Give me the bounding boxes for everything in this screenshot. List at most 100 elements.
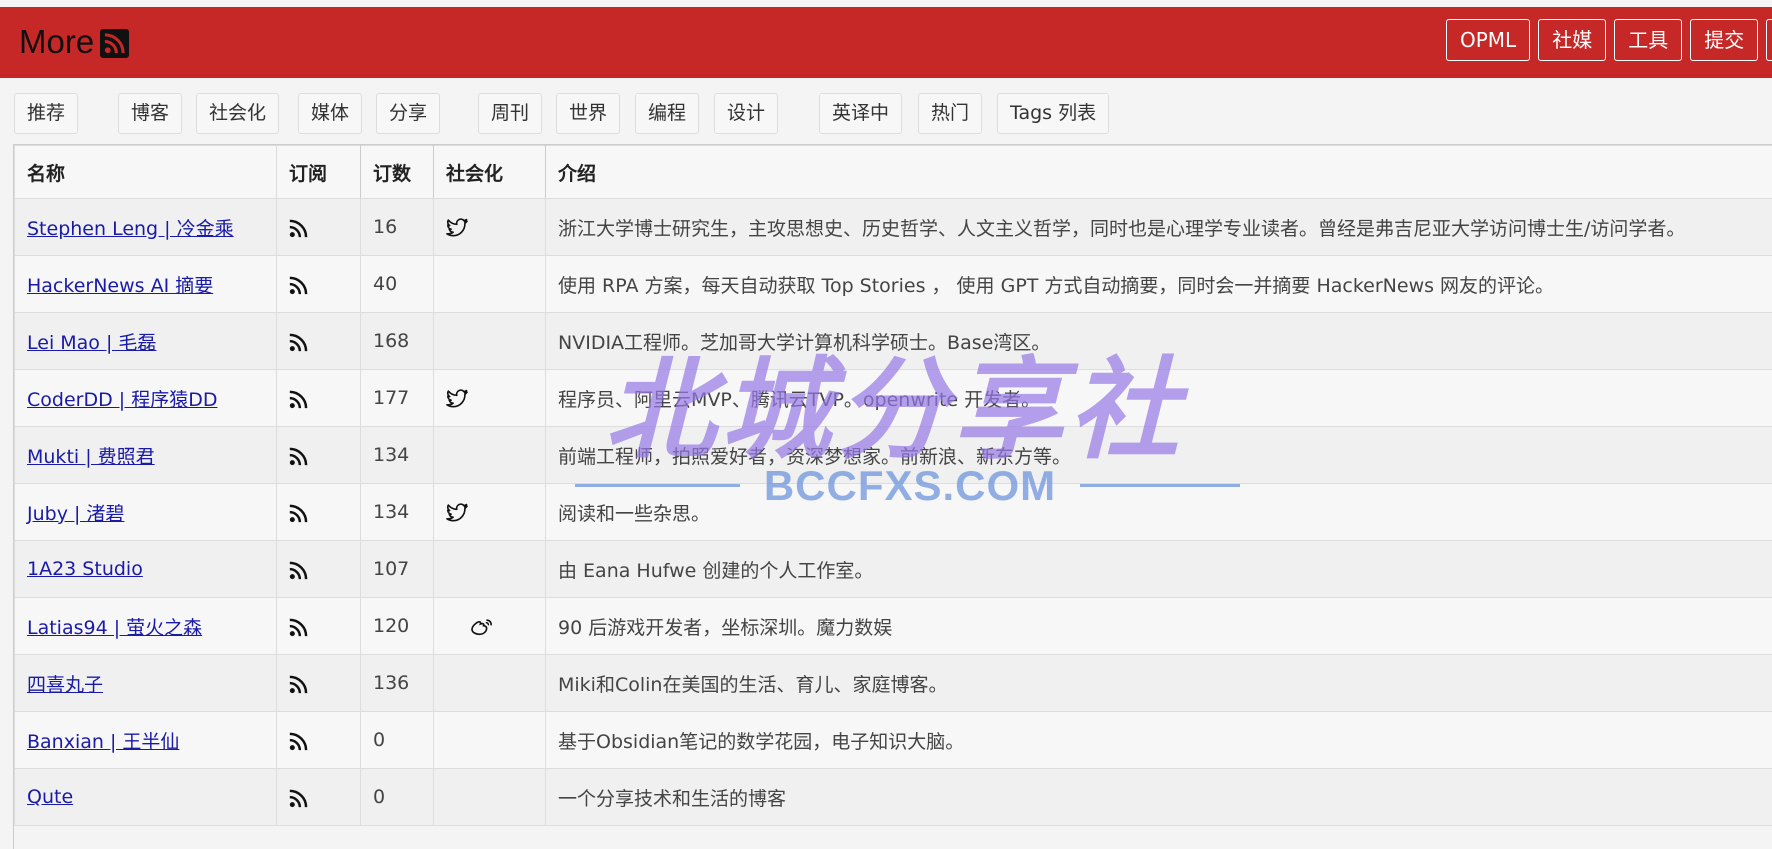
tab-weekly[interactable]: 周刊 [478, 93, 543, 134]
rss-icon[interactable] [289, 674, 309, 694]
tab-world[interactable]: 世界 [556, 93, 621, 134]
feed-name-link[interactable]: Latias94 | 萤火之森 [27, 617, 202, 639]
subscribe-cell [276, 711, 361, 769]
subscribe-cell [276, 255, 361, 313]
social-cell [433, 768, 546, 826]
tab-social[interactable]: 社会化 [196, 93, 280, 134]
tab-blogs[interactable]: 博客 [118, 93, 183, 134]
tab-translation[interactable]: 英译中 [819, 93, 903, 134]
rss-icon[interactable] [289, 389, 309, 409]
table-row: Qute 0 一个分享技术和生活的博客 [14, 768, 1772, 826]
feed-name-link[interactable]: Stephen Leng | 冷金乘 [27, 218, 234, 240]
social-cell [433, 654, 546, 712]
tab-media[interactable]: 媒体 [298, 93, 363, 134]
subscriber-count: 107 [360, 540, 434, 598]
feed-name-link[interactable]: 四喜丸子 [27, 674, 103, 696]
weibo-icon[interactable] [470, 617, 492, 637]
feed-name-cell: CoderDD | 程序猿DD [14, 369, 277, 427]
twitter-icon[interactable] [446, 388, 468, 409]
subscriber-count: 168 [360, 312, 434, 370]
rss-icon[interactable] [289, 332, 309, 352]
subscriber-count: 136 [360, 654, 434, 712]
header-count[interactable]: 订数 [360, 145, 434, 199]
header-social[interactable]: 社会化 [433, 145, 546, 199]
subscriber-count: 177 [360, 369, 434, 427]
rss-icon[interactable] [289, 446, 309, 466]
table-row: Stephen Leng | 冷金乘 16 浙江大学博士研究生，主攻思想史、历史哲学… [14, 198, 1772, 256]
subscriber-count: 134 [360, 426, 434, 484]
feed-name-cell: HackerNews AI 摘要 [14, 255, 277, 313]
subscriber-count: 40 [360, 255, 434, 313]
site-logo[interactable]: More [19, 22, 130, 62]
feed-name-link[interactable]: Lei Mao | 毛磊 [27, 332, 156, 354]
header-name[interactable]: 名称 [14, 145, 277, 199]
twitter-icon[interactable] [446, 502, 468, 523]
social-media-button[interactable]: 社媒 [1538, 19, 1607, 61]
subscriber-count: 120 [360, 597, 434, 655]
rss-icon[interactable] [289, 788, 309, 808]
feed-intro: 使用 RPA 方案，每天自动获取 Top Stories ， 使用 GPT 方式… [545, 255, 1772, 313]
logo-text: More [19, 23, 95, 60]
feed-intro: 一个分享技术和生活的博客 [545, 768, 1772, 826]
feed-name-link[interactable]: Qute [27, 786, 73, 808]
tab-programming[interactable]: 编程 [635, 93, 700, 134]
tab-recommended[interactable]: 推荐 [14, 93, 79, 134]
header-buttons: OPML 社媒 工具 提交 E [1446, 19, 1772, 61]
feed-name-cell: Lei Mao | 毛磊 [14, 312, 277, 370]
social-cell [433, 540, 546, 598]
table-row: HackerNews AI 摘要 40 使用 RPA 方案，每天自动获取 Top S… [14, 255, 1772, 313]
feed-name-cell: Mukti | 费照君 [14, 426, 277, 484]
rss-icon[interactable] [289, 218, 309, 238]
rss-icon[interactable] [289, 731, 309, 751]
twitter-icon[interactable] [446, 217, 468, 238]
opml-button[interactable]: OPML [1446, 19, 1531, 61]
subscribe-cell [276, 312, 361, 370]
rss-icon[interactable] [289, 275, 309, 295]
feed-name-link[interactable]: 1A23 Studio [27, 558, 143, 580]
feeds-table: 名称 订阅 订数 社会化 介绍 Stephen Leng | 冷金乘 16 浙江大学… [14, 145, 1772, 826]
feed-intro: Miki和Colin在美国的生活、育儿、家庭博客。 [545, 654, 1772, 712]
feed-intro: 浙江大学博士研究生，主攻思想史、历史哲学、人文主义哲学，同时也是心理学专业读者。… [545, 198, 1772, 256]
submit-button[interactable]: 提交 [1690, 19, 1759, 61]
extra-button[interactable]: E [1766, 19, 1772, 61]
feed-name-link[interactable]: Mukti | 费照君 [27, 446, 155, 468]
feed-intro: 90 后游戏开发者，坐标深圳。魔力数娱 [545, 597, 1772, 655]
social-cell [433, 369, 546, 427]
tab-design[interactable]: 设计 [714, 93, 779, 134]
feed-name-link[interactable]: CoderDD | 程序猿DD [27, 389, 217, 411]
table-row: 四喜丸子 136 Miki和Colin在美国的生活、育儿、家庭博客。 [14, 654, 1772, 712]
subscriber-count: 0 [360, 711, 434, 769]
subscribe-cell [276, 768, 361, 826]
table-row: 1A23 Studio 107 由 Eana Hufwe 创建的个人工作室。 [14, 540, 1772, 598]
rss-logo-icon [100, 28, 130, 58]
subscribe-cell [276, 654, 361, 712]
feed-name-link[interactable]: Banxian | 王半仙 [27, 731, 179, 753]
tab-share[interactable]: 分享 [376, 93, 441, 134]
table-row: Juby | 渚碧 134 阅读和一些杂思。 [14, 483, 1772, 541]
tab-tags-list[interactable]: Tags 列表 [997, 93, 1110, 134]
feed-intro: 由 Eana Hufwe 创建的个人工作室。 [545, 540, 1772, 598]
table-row: CoderDD | 程序猿DD 177 程序员、阿里云MVP、腾讯云TVP。open… [14, 369, 1772, 427]
social-cell [433, 483, 546, 541]
header-subscribe[interactable]: 订阅 [276, 145, 361, 199]
rss-icon[interactable] [289, 503, 309, 523]
tools-button[interactable]: 工具 [1614, 19, 1683, 61]
feed-name-cell: Juby | 渚碧 [14, 483, 277, 541]
rss-icon[interactable] [289, 560, 309, 580]
feed-name-link[interactable]: Juby | 渚碧 [27, 503, 124, 525]
social-cell [433, 312, 546, 370]
feed-intro: 基于Obsidian笔记的数学花园，电子知识大脑。 [545, 711, 1772, 769]
tab-hot[interactable]: 热门 [918, 93, 983, 134]
feed-name-cell: Stephen Leng | 冷金乘 [14, 198, 277, 256]
feed-intro: NVIDIA工程师。芝加哥大学计算机科学硕士。Base湾区。 [545, 312, 1772, 370]
subscribe-cell [276, 483, 361, 541]
header-intro[interactable]: 介绍 [545, 145, 1772, 199]
feed-intro: 阅读和一些杂思。 [545, 483, 1772, 541]
subscribe-cell [276, 198, 361, 256]
rss-icon[interactable] [289, 617, 309, 637]
table-header-row: 名称 订阅 订数 社会化 介绍 [14, 145, 1772, 199]
social-cell [433, 597, 546, 655]
site-header: More OPML 社媒 工具 提交 E [0, 7, 1772, 78]
feed-name-cell: Banxian | 王半仙 [14, 711, 277, 769]
feed-name-link[interactable]: HackerNews AI 摘要 [27, 275, 213, 297]
